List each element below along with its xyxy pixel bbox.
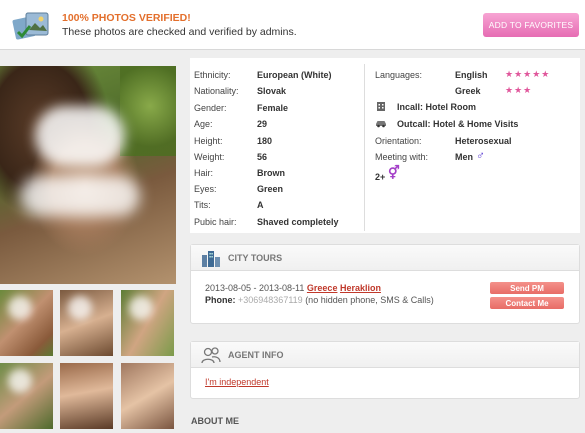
agent-info-box: AGENT INFO [190,341,580,399]
phone-value: +306948367119 [238,295,303,305]
photo-thumbnail[interactable] [60,290,113,356]
attr-value-nationality: Slovak [257,86,287,96]
verified-subtitle: These photos are checked and verified by… [62,26,297,38]
attr-value-eyes: Green [257,184,284,194]
orientation-value: Heterosexual [455,136,512,146]
car-icon [376,121,386,128]
attr-value-weight: 56 [257,152,268,162]
languages-label: Languages: [375,70,423,80]
phone-line: Phone: +306948367119 (no hidden phone, S… [205,295,434,305]
greek-stars-rating: ★★★ [505,85,533,95]
attr-value-gender: Female [257,103,289,113]
about-me-heading: ABOUT ME [191,416,239,426]
attr-label-ethnicity: Ethnicity: [194,70,231,80]
photo-thumbnail[interactable] [0,290,53,356]
attr-label-age: Age: [194,119,213,129]
attr-label-pubic-hair: Pubic hair: [194,217,237,227]
attr-value-ethnicity: European (White) [257,70,332,80]
meeting-with-value: Men [455,152,473,162]
photo-thumbnail[interactable] [121,290,174,356]
attr-label-hair: Hair: [194,168,214,178]
verified-photos-icon [12,12,49,40]
tour-country-link[interactable]: Greece [307,283,338,293]
tour-entry: 2013-08-05 - 2013-08-11 Greece Heraklion [205,283,381,293]
photo-thumbnail[interactable] [0,363,53,429]
group-info: 2+ [375,172,386,182]
attr-label-weight: Weight: [194,152,225,162]
attr-label-gender: Gender: [194,103,227,113]
contact-me-button[interactable]: Contact Me [490,297,564,309]
attr-label-height: Height: [194,136,223,146]
attr-label-nationality: Nationality: [194,86,239,96]
tour-city-link[interactable]: Heraklion [340,283,381,293]
verified-banner: 100% PHOTOS VERIFIED! These photos are c… [0,0,585,50]
attr-value-height: 180 [257,136,273,146]
language-greek: Greek [455,86,481,96]
independent-link[interactable]: I'm independent [205,377,269,387]
send-pm-button[interactable]: Send PM [490,282,564,294]
add-to-favorites-button[interactable]: ADD TO FAVORITES [483,13,579,37]
verified-title: 100% PHOTOS VERIFIED! [62,12,191,24]
attr-value-age: 29 [257,119,268,129]
face-blur [35,106,125,166]
language-english: English [455,70,488,80]
agent-info-header: AGENT INFO [191,342,579,368]
phone-label: Phone: [205,295,236,305]
main-profile-photo[interactable] [0,66,176,284]
outcall-info: Outcall: Hotel & Home Visits [397,119,519,129]
users-icon [201,347,221,364]
city-tours-title: CITY TOURS [228,253,283,263]
city-buildings-icon [202,251,220,267]
attr-value-tits: A [257,200,264,210]
english-stars-rating: ★★★★★ [505,69,551,79]
city-tours-header: CITY TOURS [191,245,579,271]
photo-thumbnail[interactable] [60,363,113,429]
orientation-label: Orientation: [375,136,422,146]
details-divider [364,64,365,231]
male-symbol-icon: ♂ [476,148,485,162]
meeting-with-label: Meeting with: [375,152,429,162]
attr-label-eyes: Eyes: [194,184,217,194]
building-icon [377,102,385,111]
tour-dates: 2013-08-05 - 2013-08-11 [205,283,305,293]
couple-symbol-icon: ⚥ [388,165,400,180]
phone-note: (no hidden phone, SMS & Calls) [305,295,434,305]
attr-value-pubic-hair: Shaved completely [257,217,339,227]
attr-label-tits: Tits: [194,200,211,210]
incall-info: Incall: Hotel Room [397,102,477,112]
attr-value-hair: Brown [257,168,285,178]
face-blur [20,176,140,216]
photo-thumbnail[interactable] [121,363,174,429]
agent-info-title: AGENT INFO [228,350,284,360]
